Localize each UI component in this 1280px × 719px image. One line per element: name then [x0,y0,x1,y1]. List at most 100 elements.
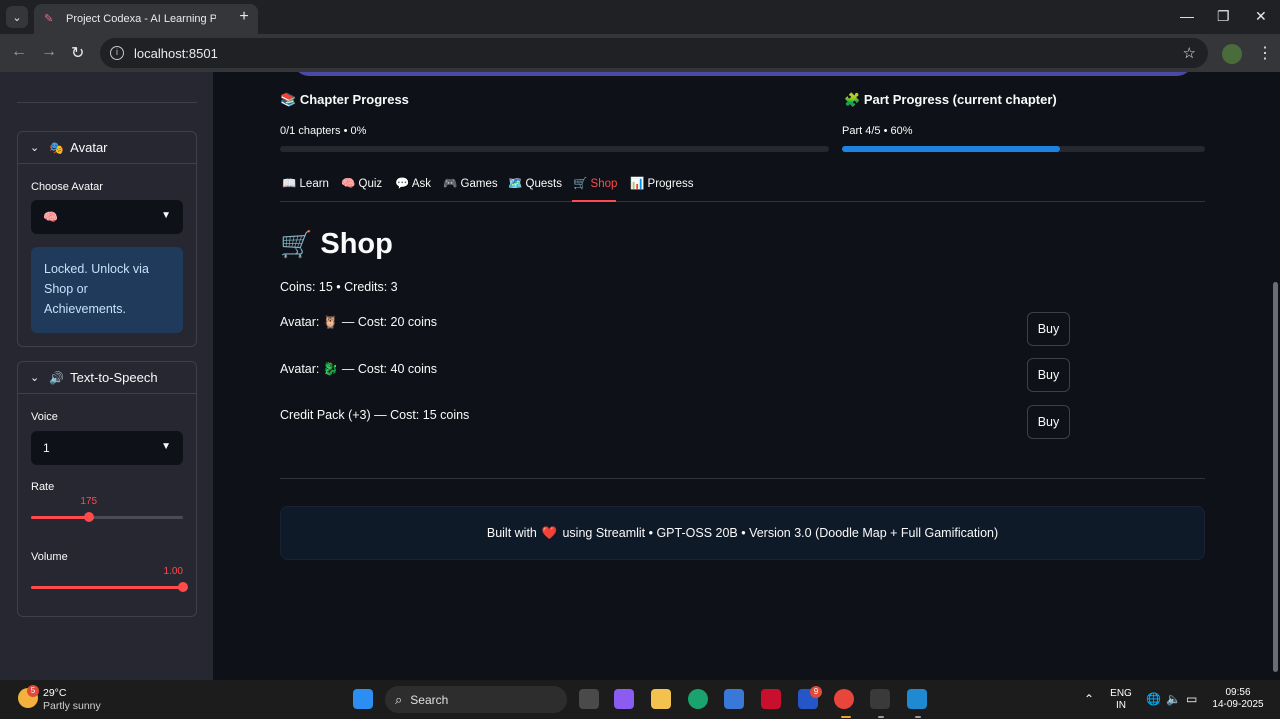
rate-label: Rate [31,481,55,493]
avatar-select[interactable]: 🧠 ▼ [31,200,183,234]
heart-icon: ❤️ [541,525,558,540]
back-arrow-icon[interactable]: ← [11,43,27,61]
browser-menu-icon[interactable]: ⋮ [1257,43,1273,63]
site-favicon-icon: ✎ [44,13,54,25]
page-scrollbar[interactable] [1272,72,1278,680]
profile-avatar[interactable] [1222,44,1242,64]
notification-badge: 9 [810,686,822,698]
clock-time: 09:56 [1225,687,1251,698]
header-banner-edge [293,72,1193,76]
cart-icon: 🛒 [573,178,588,190]
chevron-down-icon: ▼ [161,441,171,452]
tab-bar: 📖 Learn 🧠 Quiz 💬 Ask 🎮 Games 🗺️ Quests 🛒… [280,170,1205,202]
map-icon: 🗺️ [508,178,523,190]
windows-start-icon[interactable] [353,689,373,709]
shop-item-text: Credit Pack (+3) — Cost: 15 coins [280,408,470,422]
speaker-icon: 🔊 [49,370,65,385]
chevron-up-icon[interactable]: ⌃ [1084,693,1094,705]
books-icon: 📚 [280,92,297,107]
part-progress-bar [842,146,1205,152]
weather-temp[interactable]: 29°C [43,687,66,699]
rate-slider[interactable]: 175 [31,496,183,522]
avatar-select-value: 🧠 [43,210,58,224]
speech-bubble-icon: 💬 [395,178,410,190]
address-bar[interactable]: i localhost:8501 ☆ [100,38,1208,68]
chrome-icon[interactable] [834,689,854,709]
language-indicator[interactable]: ENG IN [1108,688,1134,712]
browser-toolbar: ← → ↻ i localhost:8501 ☆ ⋮ [0,34,1280,72]
task-view-icon[interactable] [579,689,599,709]
sidebar-divider [17,102,197,103]
search-icon: ⌕ [395,691,403,707]
taskbar-search[interactable]: ⌕ Search [385,686,567,713]
part-progress-fill [842,146,1060,152]
tab-ask[interactable]: 💬 Ask [395,176,431,190]
footer: Built with ❤️ using Streamlit • GPT-OSS … [280,506,1205,560]
volume-icon[interactable]: 🔈 [1166,693,1181,705]
terminal-icon[interactable] [870,689,890,709]
browser-titlebar: ⌄ ✎ Project Codexa - AI Learning Pl ✕ + … [0,0,1280,34]
voice-label: Voice [31,411,58,423]
copilot-icon[interactable] [614,689,634,709]
tab-progress[interactable]: 📊 Progress [630,176,694,190]
volume-slider-thumb[interactable] [178,582,188,592]
locked-info-box: Locked. Unlock via Shop or Achievements. [31,247,183,333]
battery-icon[interactable]: ▭ [1186,693,1197,705]
theater-masks-icon: 🎭 [49,140,65,155]
rate-value: 175 [80,496,98,507]
tab-quests[interactable]: 🗺️ Quests [508,176,562,190]
edge-browser-icon[interactable] [688,689,708,709]
weather-desc[interactable]: Partly sunny [43,700,101,712]
file-explorer-icon[interactable] [651,689,671,709]
rate-slider-thumb[interactable] [83,512,94,522]
voice-select[interactable]: 1 ▼ [31,431,183,465]
buy-button[interactable]: Buy [1027,405,1070,439]
url-text[interactable]: localhost:8501 [134,46,218,61]
browser-tab-active[interactable]: ✎ Project Codexa - AI Learning Pl ✕ [34,4,258,34]
minimize-button[interactable]: — [1180,8,1194,24]
mcafee-icon[interactable] [761,689,781,709]
reload-icon[interactable]: ↻ [71,43,84,63]
bookmark-star-icon[interactable]: ☆ [1183,44,1196,62]
forward-arrow-icon[interactable]: → [41,43,57,61]
running-app-indicator [878,716,884,718]
chapter-progress-bar [280,146,829,152]
tab-quiz[interactable]: 🧠 Quiz [341,176,382,190]
active-tab-indicator [572,200,616,202]
tab-search-button[interactable]: ⌄ [6,6,28,28]
part-progress-title: 🧩 Part Progress (current chapter) [844,92,1057,107]
tts-expander-header[interactable]: ⌄ 🔊 Text-to-Speech [18,362,196,394]
chapter-progress-title: 📚 Chapter Progress [280,92,409,107]
tab-games[interactable]: 🎮 Games [443,176,498,190]
tab-shop[interactable]: 🛒 Shop [573,176,617,190]
close-window-button[interactable]: ✕ [1255,8,1267,25]
clock[interactable]: 09:56 14-09-2025 [1210,687,1266,711]
rate-slider-fill [31,516,89,519]
scrollbar-thumb[interactable] [1273,282,1278,672]
volume-slider-fill [31,586,183,589]
chevron-down-icon: ⌄ [30,142,40,154]
shop-item-text: Avatar: 🐉 — Cost: 40 coins [280,362,438,376]
avatar-expander-header[interactable]: ⌄ 🎭 Avatar [18,132,196,164]
taskbar: 5 29°C Partly sunny ⌕ Search 9 ⌃ ENG IN … [0,680,1280,719]
sidebar: ⌄ 🎭 Avatar Choose Avatar 🧠 ▼ Locked. Unl… [0,72,213,680]
vscode-icon[interactable] [907,689,927,709]
tab-learn[interactable]: 📖 Learn [282,176,329,190]
running-app-indicator [915,716,921,718]
network-icon[interactable]: 🌐 [1146,693,1161,705]
buy-button[interactable]: Buy [1027,358,1070,392]
new-tab-button[interactable]: + [233,6,255,28]
book-icon: 📖 [282,178,297,190]
buy-button[interactable]: Buy [1027,312,1070,346]
maximize-button[interactable]: ❐ [1217,8,1230,25]
ms-store-icon[interactable] [724,689,744,709]
choose-avatar-label: Choose Avatar [31,181,103,193]
site-info-icon[interactable]: i [110,46,124,60]
voice-select-value: 1 [43,441,50,455]
volume-label: Volume [31,551,68,563]
tts-expander-title: Text-to-Speech [70,370,158,385]
chapter-progress-text: 0/1 chapters • 0% [280,125,367,137]
chevron-down-icon: ⌄ [30,372,40,384]
volume-slider[interactable]: 1.00 [31,566,188,592]
volume-value: 1.00 [163,566,183,577]
